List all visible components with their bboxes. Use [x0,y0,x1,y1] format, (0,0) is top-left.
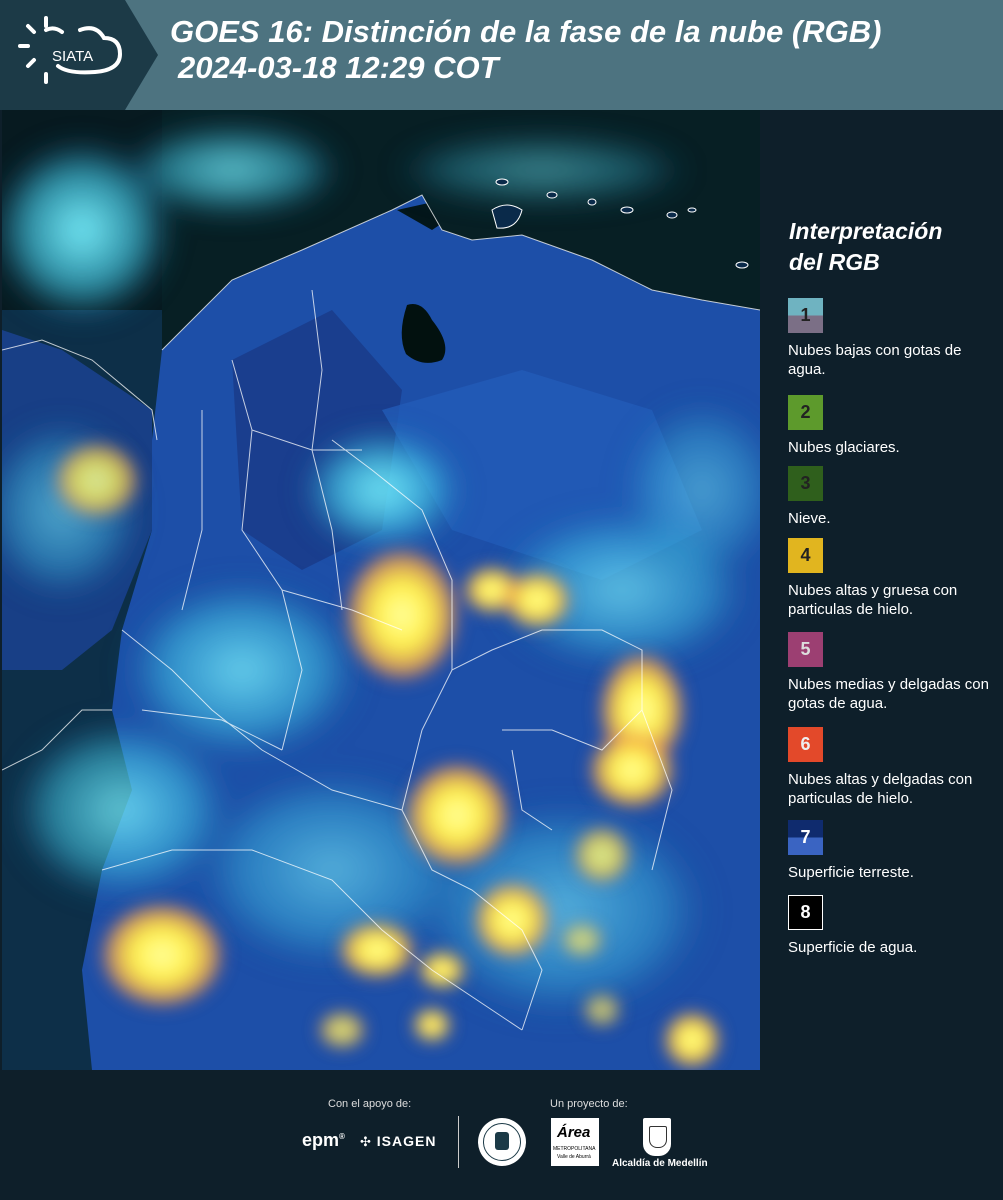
alcaldia-label: Alcaldía de Medellín [612,1158,708,1169]
legend-label-7: Superficie terreste. [788,864,914,881]
siata-logo: SIATA [0,0,158,110]
page-title: GOES 16: Distinción de la fase de la nub… [170,14,881,86]
legend-label-2: Nubes glaciares. [788,439,900,456]
legend-label-4: Nubes altas y gruesa con particulas de h… [788,582,958,618]
medellin-shield-icon [643,1118,671,1156]
legend-title: Interpretación del RGB [789,216,942,278]
legend-swatch-5: 5 [788,632,823,667]
epm-logo-text: epm [302,1130,340,1150]
legend-title-line-1: Interpretación [789,218,943,244]
legend-swatch-1: 1 [788,298,823,333]
legend-num-7: 7 [800,827,811,847]
header-bar: SIATA GOES 16: Distinción de la fase de … [0,0,1003,110]
legend-panel: Interpretación del RGB 1 Nubes bajas con… [760,110,1003,1070]
legend-label-3: Nieve. [788,510,831,527]
legend-item-2: 2 Nubes glaciares. [788,395,998,457]
legend-swatch-8: 8 [788,895,823,930]
legend-item-8: 8 Superficie de agua. [788,895,998,957]
legend-swatch-6: 6 [788,727,823,762]
area-metropolitana-logo: Área METROPOLITANA Valle de Aburrá [551,1118,599,1166]
legend-num-2: 2 [800,402,811,422]
legend-label-1: Nubes bajas con gotas de agua. [788,342,962,378]
legend-num-6: 6 [800,734,811,754]
footer: Con el apoyo de: Un proyecto de: epm® ✣ … [0,1070,1003,1200]
legend-item-5: 5 Nubes medias y delgadas con gotas de a… [788,632,998,713]
footer-divider [458,1116,459,1168]
legend-num-3: 3 [800,473,811,493]
area-logo-sub-1: METROPOLITANA [553,1146,596,1152]
isagen-logo: ✣ ISAGEN [360,1133,436,1150]
legend-num-8: 8 [800,902,811,922]
legend-label-5: Nubes medias y delgadas con gotas de agu… [788,676,989,712]
project-label: Un proyecto de: [550,1098,628,1110]
area-logo-name: Área [557,1124,591,1141]
support-label: Con el apoyo de: [328,1098,412,1110]
legend-label-6: Nubes altas y delgadas con particulas de… [788,771,973,807]
svg-text:SIATA: SIATA [52,48,93,65]
legend-item-6: 6 Nubes altas y delgadas con particulas … [788,727,998,808]
isagen-icon: ✣ [360,1134,372,1149]
area-logo-sub-2: Valle de Aburrá [557,1154,591,1160]
legend-swatch-4: 4 [788,538,823,573]
legend-num-5: 5 [800,639,811,659]
governor-seal-icon [478,1118,526,1166]
legend-title-line-2: del RGB [789,249,880,275]
legend-swatch-7: 7 [788,820,823,855]
satellite-rgb-map [2,110,760,1070]
legend-item-7: 7 Superficie terreste. [788,820,998,882]
epm-logo: epm® [302,1130,345,1150]
legend-label-8: Superficie de agua. [788,939,918,956]
legend-swatch-2: 2 [788,395,823,430]
legend-item-3: 3 Nieve. [788,466,998,528]
isagen-logo-text: ISAGEN [376,1133,437,1149]
title-line-1: GOES 16: Distinción de la fase de la nub… [170,14,882,49]
legend-num-1: 1 [800,305,811,325]
legend-item-4: 4 Nubes altas y gruesa con particulas de… [788,538,998,619]
title-line-2-datetime: 2024-03-18 12:29 COT [178,50,499,85]
legend-item-1: 1 Nubes bajas con gotas de agua. [788,298,998,379]
legend-num-4: 4 [800,545,811,565]
legend-swatch-3: 3 [788,466,823,501]
